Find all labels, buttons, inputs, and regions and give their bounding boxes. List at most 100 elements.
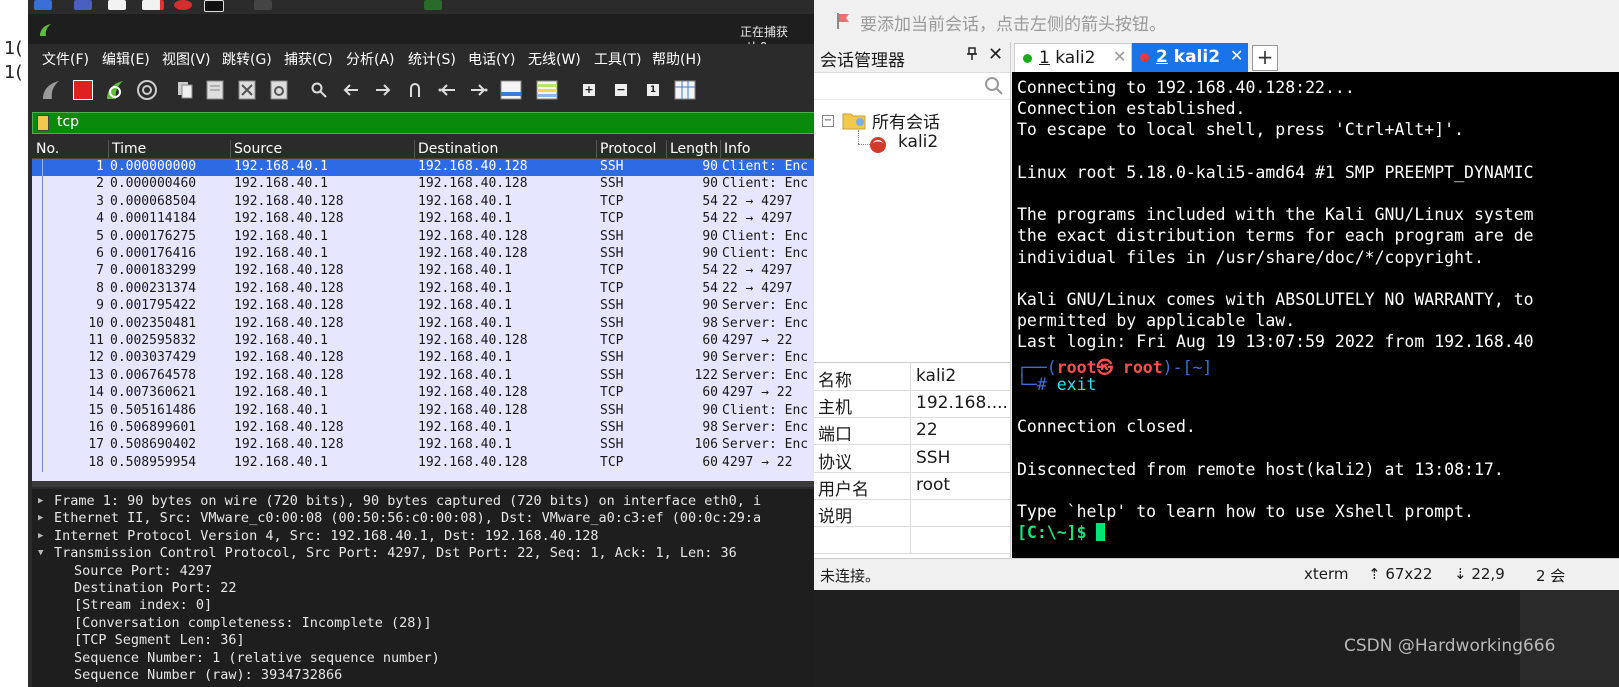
- column-header[interactable]: Source: [234, 141, 282, 157]
- column-header[interactable]: Info: [724, 141, 751, 157]
- main-toolbar: + − 1: [28, 72, 818, 108]
- detail-line[interactable]: [TCP Segment Len: 36]: [74, 632, 245, 648]
- packet-row[interactable]: 6 0.000176416 192.168.40.1 192.168.40.128 SS…: [32, 246, 818, 264]
- packet-row[interactable]: 17 0.508690402 192.168.40.128 192.168.40.1 S…: [32, 437, 818, 455]
- detail-line[interactable]: Internet Protocol Version 4, Src: 192.16…: [54, 528, 599, 544]
- column-header[interactable]: Destination: [418, 141, 498, 157]
- packet-row[interactable]: 12 0.003037429 192.168.40.128 192.168.40.1 S…: [32, 350, 818, 368]
- packet-row[interactable]: 15 0.505161486 192.168.40.1 192.168.40.128 S…: [32, 402, 818, 420]
- go-back-icon[interactable]: [340, 79, 362, 101]
- column-header[interactable]: No.: [36, 141, 59, 157]
- find-packet-icon[interactable]: [308, 79, 330, 101]
- tab-close-icon[interactable]: ✕: [1230, 46, 1243, 65]
- search-icon[interactable]: [984, 76, 1004, 96]
- normal-size-icon[interactable]: 1: [642, 79, 664, 101]
- terminal-output[interactable]: Connecting to 192.168.40.128:22... Connec…: [1012, 72, 1619, 558]
- reload-file-icon[interactable]: [268, 79, 290, 101]
- new-tab-button[interactable]: +: [1252, 45, 1278, 71]
- packet-row[interactable]: 4 0.000114184 192.168.40.128 192.168.40.1 TC…: [32, 211, 818, 229]
- packet-row[interactable]: 9 0.001795422 192.168.40.128 192.168.40.1 SS…: [32, 298, 818, 316]
- packet-row[interactable]: 13 0.006764578 192.168.40.128 192.168.40.1 S…: [32, 367, 818, 386]
- taskbar-app-icon[interactable]: [254, 0, 272, 10]
- menu-statistics[interactable]: 统计(S): [408, 49, 456, 69]
- display-filter-input[interactable]: tcp: [32, 112, 820, 134]
- go-to-packet-icon[interactable]: [404, 79, 426, 101]
- packet-row[interactable]: 10 0.002350481 192.168.40.128 192.168.40.1 S…: [32, 315, 818, 333]
- packet-row[interactable]: 8 0.000231374 192.168.40.128 192.168.40.1 TC…: [32, 280, 818, 299]
- bookmark-icon[interactable]: [37, 115, 49, 131]
- packet-row[interactable]: 5 0.000176275 192.168.40.1 192.168.40.128 SS…: [32, 228, 818, 246]
- close-icon[interactable]: ✕: [988, 44, 1003, 65]
- expand-arrow-icon[interactable]: ▼: [38, 548, 43, 558]
- taskbar-app-icon[interactable]: [424, 0, 442, 10]
- taskbar-app-icon[interactable]: [174, 0, 192, 10]
- taskbar-app-icon[interactable]: [108, 0, 126, 10]
- packet-row[interactable]: 18 0.508959954 192.168.40.1 192.168.40.128 T…: [32, 454, 818, 473]
- colorize-icon[interactable]: [536, 79, 558, 101]
- detail-line[interactable]: Sequence Number (raw): 3934732866: [74, 667, 342, 683]
- packet-row[interactable]: 2 0.000000460 192.168.40.1 192.168.40.128 SS…: [32, 176, 818, 194]
- first-packet-icon[interactable]: [436, 79, 458, 101]
- packet-cell: Server: Enc: [722, 420, 809, 435]
- menu-analyze[interactable]: 分析(A): [346, 49, 395, 69]
- packet-row[interactable]: 11 0.002595832 192.168.40.1 192.168.40.128 T…: [32, 333, 818, 351]
- taskbar-app-icon[interactable]: [204, 0, 224, 12]
- column-header[interactable]: Time: [112, 141, 146, 157]
- start-capture-icon[interactable]: [40, 79, 62, 101]
- packet-row[interactable]: 7 0.000183299 192.168.40.128 192.168.40.1 TC…: [32, 263, 818, 281]
- menu-edit[interactable]: 编辑(E): [102, 49, 150, 69]
- menu-file[interactable]: 文件(F): [42, 49, 89, 69]
- last-packet-icon[interactable]: [468, 79, 490, 101]
- tab-session-1[interactable]: 1 kali2 ✕: [1014, 43, 1132, 74]
- packet-row[interactable]: 1 0.000000000 192.168.40.1 192.168.40.128 SS…: [32, 159, 818, 177]
- menu-view[interactable]: 视图(V): [162, 49, 211, 69]
- detail-line[interactable]: Transmission Control Protocol, Src Port:…: [54, 545, 737, 561]
- menu-wireless[interactable]: 无线(W): [528, 49, 581, 69]
- local-prompt[interactable]: [C:\~]$: [1017, 523, 1106, 542]
- menu-help[interactable]: 帮助(H): [652, 49, 701, 69]
- packet-details-pane[interactable]: ▶ Frame 1: 90 bytes on wire (720 bits), 9…: [32, 489, 818, 687]
- pin-icon[interactable]: [966, 47, 978, 65]
- packet-list[interactable]: 1 0.000000000 192.168.40.1 192.168.40.128 SS…: [32, 159, 818, 481]
- menu-tools[interactable]: 工具(T): [594, 49, 641, 69]
- save-file-icon[interactable]: [204, 79, 226, 101]
- zoom-in-icon[interactable]: +: [578, 79, 600, 101]
- packet-row[interactable]: 14 0.007360621 192.168.40.1 192.168.40.128 T…: [32, 385, 818, 403]
- flag-icon[interactable]: [836, 12, 852, 30]
- horizontal-scrollbar[interactable]: [32, 481, 818, 487]
- tab-close-icon[interactable]: ✕: [1113, 47, 1126, 66]
- autoscroll-icon[interactable]: [500, 79, 522, 101]
- open-file-icon[interactable]: [174, 79, 196, 101]
- taskbar-app-icon[interactable]: [34, 0, 52, 10]
- collapse-arrow-icon[interactable]: ▶: [38, 496, 43, 506]
- collapse-arrow-icon[interactable]: ▶: [38, 531, 43, 541]
- packet-cell: 54: [702, 263, 718, 279]
- zoom-out-icon[interactable]: −: [610, 79, 632, 101]
- tab-session-2[interactable]: 2 kali2 ✕: [1132, 43, 1248, 72]
- packet-row[interactable]: 3 0.000068504 192.168.40.128 192.168.40.1 TC…: [32, 193, 818, 212]
- restart-capture-icon[interactable]: [104, 79, 126, 101]
- column-header[interactable]: Length: [670, 141, 718, 157]
- capture-options-icon[interactable]: [136, 79, 158, 101]
- detail-line[interactable]: Ethernet II, Src: VMware_c0:00:08 (00:50…: [54, 510, 761, 526]
- detail-line[interactable]: Frame 1: 90 bytes on wire (720 bits), 90…: [54, 493, 761, 509]
- collapse-icon[interactable]: −: [822, 115, 834, 127]
- detail-line[interactable]: [Stream index: 0]: [74, 597, 212, 613]
- taskbar-app-icon[interactable]: [74, 0, 92, 10]
- detail-line[interactable]: [Conversation completeness: Incomplete (…: [74, 615, 432, 631]
- detail-line[interactable]: Sequence Number: 1 (relative sequence nu…: [74, 650, 440, 666]
- column-header[interactable]: Protocol: [600, 141, 656, 157]
- menu-telephony[interactable]: 电话(Y): [468, 49, 515, 69]
- packet-row[interactable]: 16 0.506899601 192.168.40.128 192.168.40.1 S…: [32, 420, 818, 438]
- stop-capture-icon[interactable]: [72, 79, 94, 101]
- resize-columns-icon[interactable]: [674, 79, 696, 101]
- menu-go[interactable]: 跳转(G): [222, 49, 272, 69]
- go-forward-icon[interactable]: [372, 79, 394, 101]
- detail-line[interactable]: Source Port: 4297: [74, 563, 212, 579]
- menu-capture[interactable]: 捕获(C): [284, 49, 333, 69]
- detail-line[interactable]: Destination Port: 22: [74, 580, 237, 596]
- collapse-arrow-icon[interactable]: ▶: [38, 513, 43, 523]
- session-search-input[interactable]: [814, 73, 1010, 100]
- taskbar-app-icon[interactable]: [142, 0, 164, 10]
- close-file-icon[interactable]: [236, 79, 258, 101]
